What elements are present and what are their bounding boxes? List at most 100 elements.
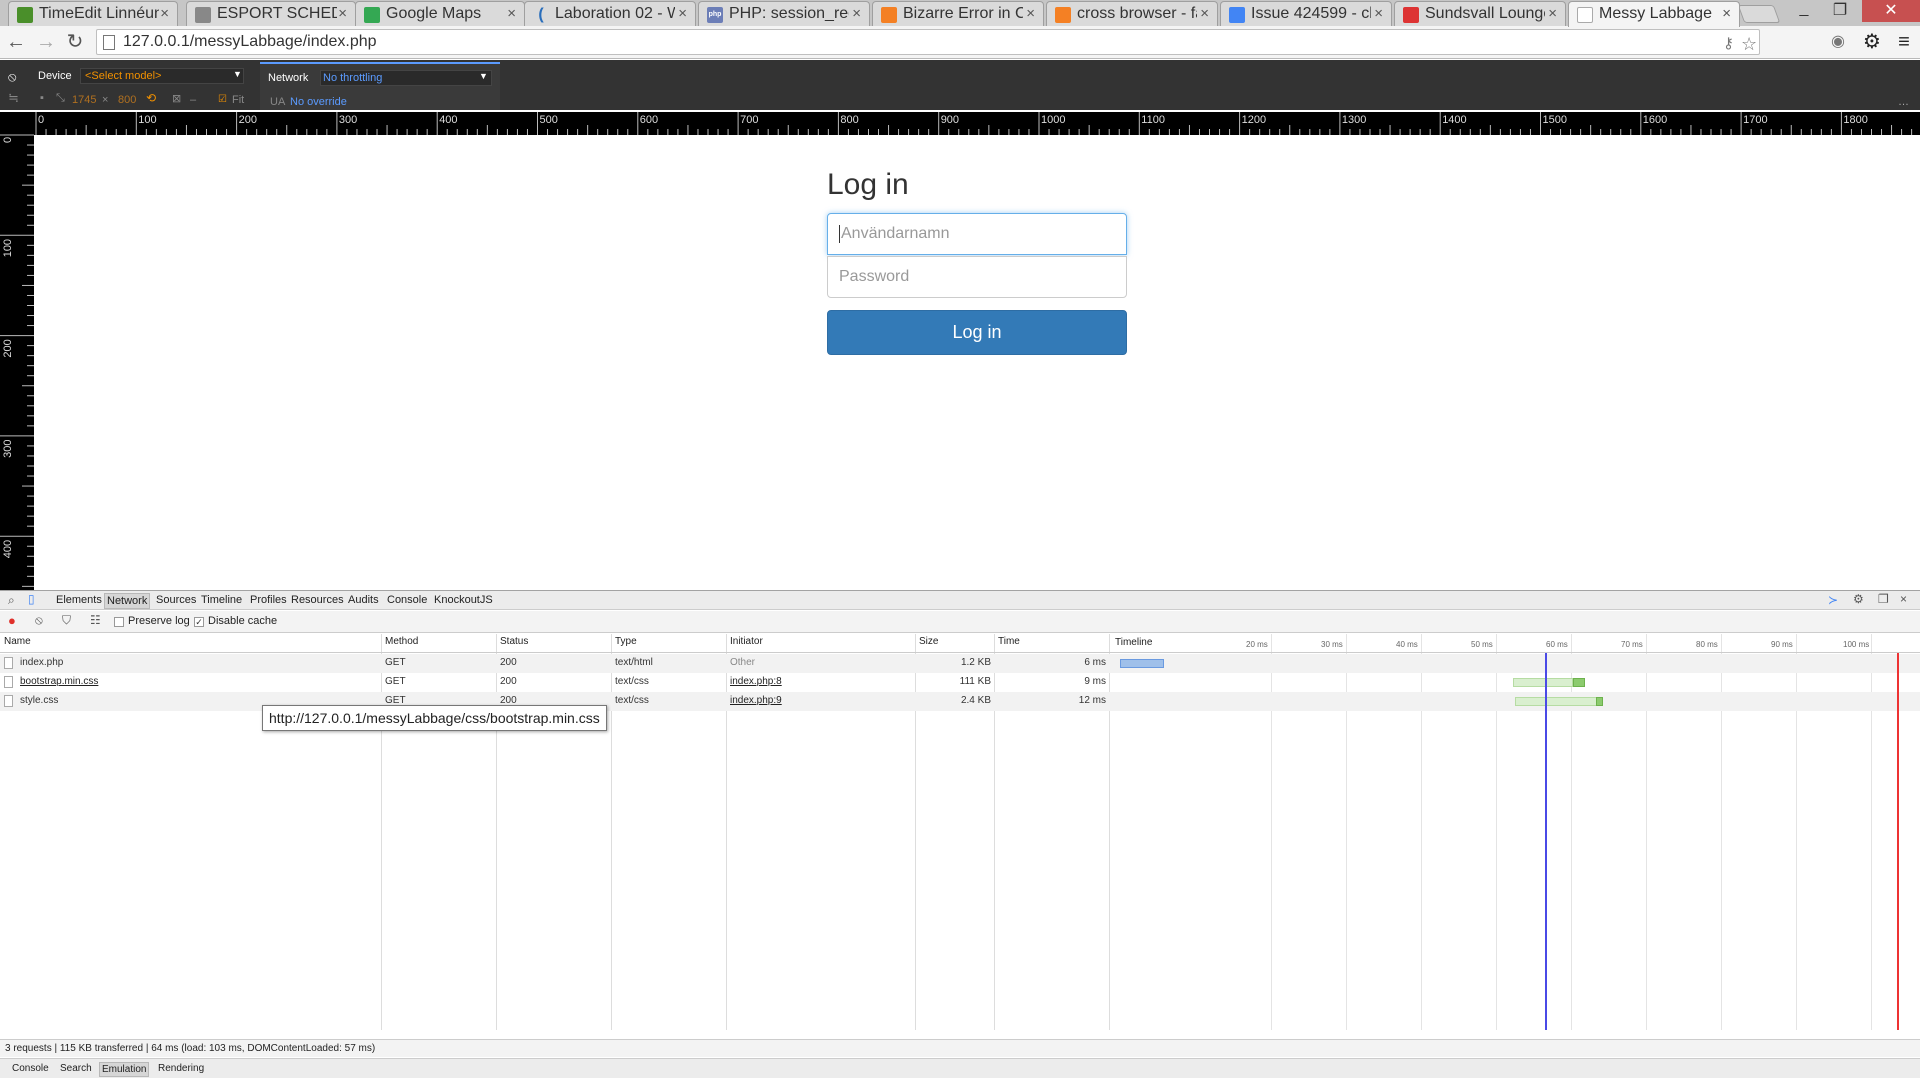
extension-icon[interactable]: ◉ <box>1826 30 1850 54</box>
width-field[interactable]: 1745 <box>72 94 96 106</box>
browser-tab[interactable]: Google Maps × <box>355 1 525 27</box>
gear-icon[interactable]: ⚙ <box>1853 592 1864 606</box>
reload-icon[interactable]: ↻ <box>63 30 87 54</box>
close-icon[interactable]: × <box>1900 592 1907 606</box>
tab-knockoutjs[interactable]: KnockoutJS <box>432 593 495 607</box>
column-header-time[interactable]: Time <box>994 634 1024 651</box>
search-icon[interactable]: ⌕ <box>8 593 15 608</box>
clear-icon[interactable]: ⦸ <box>35 613 43 628</box>
minimize-icon[interactable]: _ <box>1786 0 1822 22</box>
request-status: 200 <box>500 676 517 687</box>
request-name[interactable]: bootstrap.min.css <box>20 676 98 687</box>
request-name[interactable]: style.css <box>20 695 58 706</box>
drawer-tab-emulation[interactable]: Emulation <box>99 1062 150 1077</box>
browser-tab[interactable]: ( Laboration 02 - W × <box>524 1 696 27</box>
browser-tab[interactable]: php PHP: session_rege × <box>698 1 870 27</box>
tab-timeline[interactable]: Timeline <box>199 593 244 607</box>
key-icon[interactable]: ⚷ <box>1723 34 1734 52</box>
request-initiator[interactable]: index.php:9 <box>730 695 782 706</box>
record-icon[interactable]: ● <box>8 613 16 628</box>
close-tab-icon[interactable]: × <box>338 5 347 22</box>
ua-value[interactable]: No override <box>290 96 347 108</box>
column-header-name[interactable]: Name <box>0 634 35 651</box>
emulation-disable-icon[interactable]: ⦸ <box>8 69 16 85</box>
table-row[interactable]: bootstrap.min.css GET 200 text/css index… <box>0 673 1920 692</box>
forward-icon[interactable]: → <box>34 30 58 54</box>
username-placeholder: Användarnamn <box>841 225 950 242</box>
browser-tab-active[interactable]: Messy Labbage × <box>1568 1 1740 27</box>
ruler-label: 1100 <box>1141 114 1165 126</box>
tab-elements[interactable]: Elements <box>54 593 104 607</box>
column-header-size[interactable]: Size <box>915 634 942 651</box>
gear-icon[interactable]: ⚙ <box>1860 30 1884 54</box>
file-icon <box>4 676 13 688</box>
timing-bar <box>1515 697 1600 706</box>
close-tab-icon[interactable]: × <box>160 5 169 22</box>
tab-audits[interactable]: Audits <box>346 593 381 607</box>
request-size: 111 KB <box>959 676 991 687</box>
browser-tab[interactable]: Bizarre Error in Ch × <box>872 1 1044 27</box>
preserve-log-checkbox[interactable] <box>114 617 124 627</box>
username-input[interactable]: Användarnamn <box>827 213 1127 255</box>
tab-resources[interactable]: Resources <box>289 593 346 607</box>
column-header-initiator[interactable]: Initiator <box>726 634 767 651</box>
dock-icon[interactable]: ❐ <box>1878 592 1889 606</box>
login-button[interactable]: Log in <box>827 310 1127 355</box>
show-drawer-icon[interactable]: ≻ <box>1828 593 1838 607</box>
column-header-method[interactable]: Method <box>381 634 422 651</box>
column-header-type[interactable]: Type <box>611 634 641 651</box>
request-name[interactable]: index.php <box>20 657 63 668</box>
fit-checkbox[interactable]: ☑ <box>218 94 227 105</box>
table-row[interactable]: index.php GET 200 text/html Other 1.2 KB… <box>0 654 1920 673</box>
request-initiator[interactable]: index.php:8 <box>730 676 782 687</box>
filter-icon[interactable]: ⛉ <box>62 613 71 628</box>
browser-tab[interactable]: cross browser - fa × <box>1046 1 1218 27</box>
close-tab-icon[interactable]: × <box>1548 5 1557 22</box>
ruler-label: 1600 <box>1643 114 1667 126</box>
tab-network[interactable]: Network <box>104 593 151 609</box>
disable-cache-checkbox[interactable]: ✓ <box>194 617 204 627</box>
url-text[interactable]: 127.0.0.1/messyLabbage/index.php <box>123 33 377 51</box>
menu-icon[interactable]: ≡ <box>1892 30 1916 54</box>
network-select[interactable]: No throttling ▼ <box>320 70 492 86</box>
browser-tab[interactable]: TimeEdit Linnéuni × <box>8 1 178 27</box>
device-select[interactable]: <Select model> ▼ <box>80 68 244 84</box>
media-query-icon[interactable]: ≒ <box>8 90 19 106</box>
ruler-label: 1300 <box>1342 114 1366 126</box>
drawer-tab-rendering[interactable]: Rendering <box>156 1062 206 1075</box>
ruler-label: 1800 <box>1843 114 1867 126</box>
page-title: Log in <box>827 168 909 201</box>
device-pixel-ratio[interactable]: – <box>190 94 196 106</box>
zoom-icon[interactable]: ⊠ <box>172 92 181 105</box>
device-select-value: <Select model> <box>85 70 162 82</box>
address-bar[interactable]: 127.0.0.1/messyLabbage/index.php ⚷ ☆ <box>96 29 1760 55</box>
tab-sources[interactable]: Sources <box>154 593 198 607</box>
browser-tab[interactable]: ESPORT SCHEDUL × <box>186 1 356 27</box>
column-header-timeline[interactable]: Timeline <box>1111 635 1156 652</box>
swap-dimensions-icon[interactable]: ⟲ <box>146 91 156 105</box>
password-input[interactable]: Password <box>827 256 1127 298</box>
tab-profiles[interactable]: Profiles <box>248 593 289 607</box>
height-field[interactable]: 800 <box>118 94 136 106</box>
drawer-tab-console[interactable]: Console <box>10 1062 51 1075</box>
close-window-icon[interactable]: ✕ <box>1862 0 1920 22</box>
column-header-status[interactable]: Status <box>496 634 532 651</box>
close-tab-icon[interactable]: × <box>852 5 861 22</box>
back-icon[interactable]: ← <box>4 30 28 54</box>
close-tab-icon[interactable]: × <box>1026 5 1035 22</box>
close-tab-icon[interactable]: × <box>678 5 687 22</box>
new-tab-button[interactable] <box>1737 5 1781 23</box>
close-tab-icon[interactable]: × <box>1722 5 1731 22</box>
large-rows-icon[interactable]: ☷ <box>90 613 101 627</box>
drawer-tab-search[interactable]: Search <box>58 1062 94 1075</box>
browser-tab[interactable]: Issue 424599 - chr × <box>1220 1 1392 27</box>
bookmark-star-icon[interactable]: ☆ <box>1741 34 1757 55</box>
maximize-icon[interactable]: ❐ <box>1822 0 1858 22</box>
more-icon[interactable]: … <box>1898 96 1909 108</box>
close-tab-icon[interactable]: × <box>1200 5 1209 22</box>
tab-console[interactable]: Console <box>385 593 429 607</box>
close-tab-icon[interactable]: × <box>1374 5 1383 22</box>
close-tab-icon[interactable]: × <box>507 5 516 22</box>
device-mode-icon[interactable]: ▯ <box>28 592 35 606</box>
browser-tab[interactable]: Sundsvall Lounge × <box>1394 1 1566 27</box>
